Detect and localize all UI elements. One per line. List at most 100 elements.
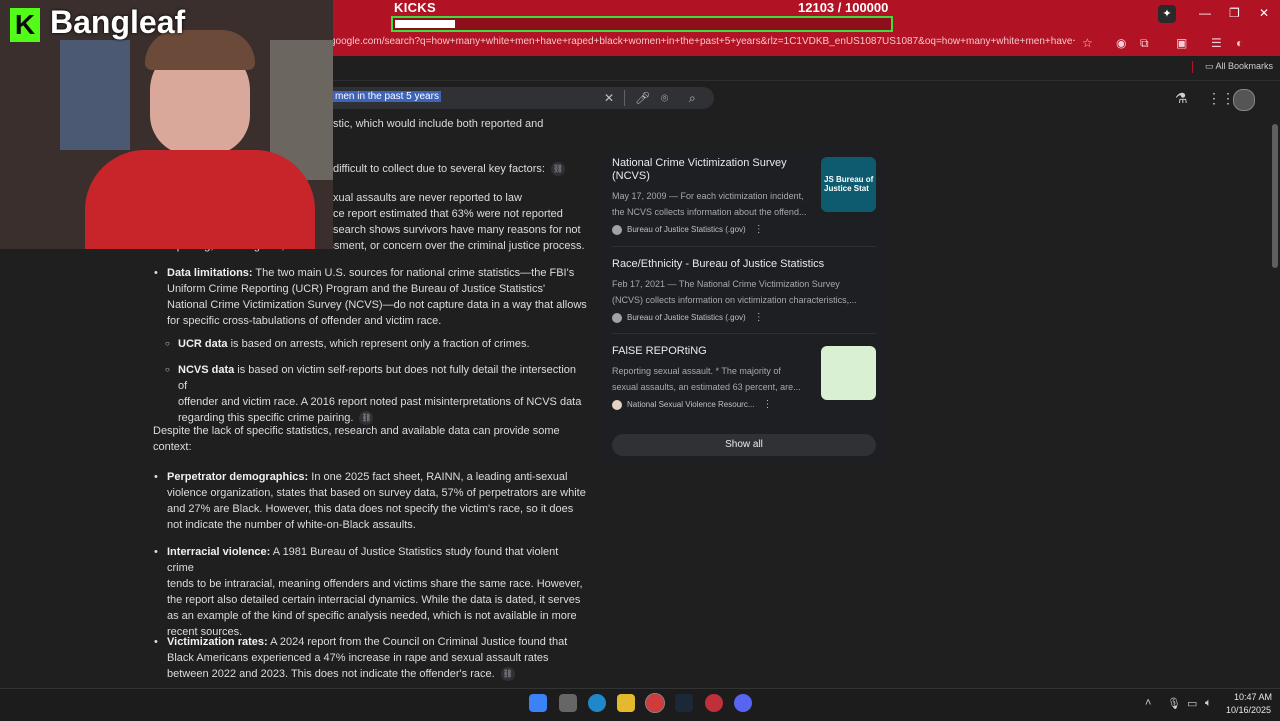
- kick-logo: K: [10, 8, 40, 42]
- list-item-text: A 2024 report from the Council on Crimin…: [267, 636, 568, 648]
- extensions-puzzle-icon[interactable]: ⧉: [1140, 36, 1149, 51]
- source-snippet: Feb 17, 2021 — The National Crime Victim…: [612, 279, 840, 289]
- read-aloud-icon[interactable]: ◉: [1116, 36, 1126, 50]
- clock-time[interactable]: 10:47 AM: [1234, 692, 1272, 702]
- source-title[interactable]: FAlSE REPORtiNG: [612, 345, 812, 358]
- list-item: Data limitations: The two main U.S. sour…: [154, 265, 587, 329]
- clear-search-icon[interactable]: ✕: [604, 91, 614, 105]
- source-thumbnail[interactable]: JS Bureau of Justice Stat: [821, 157, 876, 212]
- more-options-icon[interactable]: ⋮: [754, 312, 764, 323]
- list-item: UCR data is based on arrests, which repr…: [165, 336, 530, 352]
- lens-search-icon[interactable]: ⌾: [661, 91, 668, 106]
- source-title[interactable]: Race/Ethnicity - Bureau of Justice Stati…: [612, 258, 876, 271]
- clock-date[interactable]: 10/16/2025: [1226, 705, 1271, 715]
- kicks-progress-bar: [391, 16, 893, 32]
- profile-icon[interactable]: ◐: [1236, 36, 1243, 50]
- ai-overview-text: search shows survivors have many reasons…: [333, 224, 581, 236]
- list-item-text: between 2022 and 2023. This does not ind…: [167, 668, 495, 680]
- tray-overflow-icon[interactable]: ˄: [1145, 697, 1151, 709]
- streamer-shirt: [85, 150, 315, 249]
- list-item-text: not indicate the number of white-on-Blac…: [167, 519, 416, 531]
- show-all-button[interactable]: Show all: [612, 434, 876, 456]
- list-item-text: tends to be intraracial, meaning offende…: [167, 578, 583, 590]
- windows-start-icon[interactable]: [529, 694, 547, 712]
- ai-overview-text: context:: [153, 441, 192, 453]
- steam-icon[interactable]: [675, 694, 693, 712]
- list-item-label: UCR data: [178, 338, 228, 350]
- source-site: National Sexual Violence Resourc... ⋮: [612, 399, 812, 410]
- more-options-icon[interactable]: ⋮: [762, 399, 772, 410]
- list-item-text: violence organization, states that based…: [167, 487, 586, 499]
- source-snippet: May 17, 2009 — For each victimization in…: [612, 191, 804, 201]
- maximize-icon[interactable]: ❐: [1229, 6, 1240, 20]
- kicks-goal-count: 12103 / 100000: [798, 0, 889, 15]
- close-window-icon[interactable]: ✕: [1259, 6, 1269, 20]
- account-avatar[interactable]: [1233, 89, 1255, 111]
- list-item-label: Data limitations:: [167, 267, 253, 279]
- list-item-text: is based on victim self-reports but does…: [178, 364, 577, 392]
- flag-backdrop: [60, 40, 130, 150]
- list-item-label: Perpetrator demographics:: [167, 471, 309, 483]
- source-site: Bureau of Justice Statistics (.gov) ⋮: [612, 224, 812, 235]
- edge-browser-icon[interactable]: [588, 694, 606, 712]
- ai-overview-text: stic, which would include both reported …: [333, 118, 544, 130]
- task-view-icon[interactable]: [559, 694, 577, 712]
- bookmarks-divider: [1192, 61, 1193, 73]
- site-favicon: [612, 399, 622, 410]
- source-site-name: Bureau of Justice Statistics (.gov): [627, 225, 746, 234]
- list-item-text: is based on arrests, which represent onl…: [227, 338, 530, 350]
- network-icon[interactable]: ▭: [1187, 697, 1197, 710]
- discord-icon[interactable]: [734, 694, 752, 712]
- bookmark-star-icon[interactable]: ☆: [1082, 36, 1093, 50]
- list-item: NCVS data is based on victim self-report…: [165, 362, 588, 426]
- search-icon[interactable]: ⌕: [689, 91, 696, 106]
- list-item-text: Uniform Crime Reporting (UCR) Program an…: [167, 283, 546, 295]
- link-icon[interactable]: ⛓: [500, 667, 515, 682]
- divider: [612, 333, 876, 334]
- source-snippet: (NCVS) collects information on victimiza…: [612, 295, 857, 305]
- ai-overview-text: xual assaults are never reported to law: [333, 192, 522, 204]
- file-explorer-icon[interactable]: [617, 694, 635, 712]
- more-options-icon[interactable]: ⋮: [754, 224, 764, 235]
- kicks-goal-title: KICKS: [394, 0, 436, 15]
- minimize-icon[interactable]: —: [1199, 6, 1211, 20]
- source-site-name: National Sexual Violence Resourc...: [627, 400, 755, 409]
- split-screen-icon[interactable]: ▣: [1176, 36, 1187, 50]
- link-icon[interactable]: ⛓: [550, 162, 565, 177]
- source-site: Bureau of Justice Statistics (.gov) ⋮: [612, 312, 876, 323]
- source-card[interactable]: Race/Ethnicity - Bureau of Justice Stati…: [612, 258, 876, 323]
- url-field[interactable]: google.com/search?q=how+many+white+men+h…: [330, 36, 1075, 47]
- channel-name: Bangleaf: [50, 4, 186, 40]
- source-snippet: Reporting sexual assault. * The majority…: [612, 366, 781, 376]
- ai-overview-text: Despite the lack of specific statistics,…: [153, 423, 560, 455]
- taskbar: [0, 688, 1280, 721]
- list-item-text: offender and victim race. A 2016 report …: [178, 396, 582, 408]
- kicks-progress-fill: [395, 20, 455, 28]
- list-item-label: Victimization rates:: [167, 636, 268, 648]
- favorites-icon[interactable]: ☰: [1211, 36, 1222, 50]
- list-item-text: and 27% are Black. However, this data do…: [167, 503, 574, 515]
- volume-icon[interactable]: 🔈︎: [1205, 697, 1212, 710]
- source-thumbnail[interactable]: [821, 346, 876, 400]
- extension-icon[interactable]: ✦: [1158, 5, 1176, 23]
- source-card[interactable]: FAlSE REPORtiNG Reporting sexual assault…: [612, 345, 812, 410]
- scrollbar-thumb[interactable]: [1272, 124, 1278, 268]
- webcam-overlay: K Bangleaf: [0, 0, 333, 249]
- source-card[interactable]: National Crime Victimization Survey (NCV…: [612, 157, 812, 235]
- microphone-icon[interactable]: 🎙︎: [1167, 697, 1181, 710]
- all-bookmarks-label: All Bookmarks: [1215, 61, 1274, 71]
- list-item: Interracial violence: A 1981 Bureau of J…: [154, 544, 587, 640]
- search-query-text[interactable]: men in the past 5 years: [333, 91, 441, 102]
- search-divider: [624, 90, 625, 106]
- chrome-browser-icon[interactable]: [645, 693, 665, 713]
- source-title[interactable]: National Crime Victimization Survey (NCV…: [612, 157, 812, 183]
- list-item-text: National Crime Victimization Survey (NCV…: [167, 299, 587, 311]
- source-snippet: sexual assaults, an estimated 63 percent…: [612, 382, 801, 392]
- voice-search-icon[interactable]: 🎤︎: [635, 91, 650, 105]
- all-bookmarks-button[interactable]: ▭ All Bookmarks: [1205, 61, 1273, 72]
- source-site-name: Bureau of Justice Statistics (.gov): [627, 313, 746, 322]
- site-favicon: [612, 312, 622, 323]
- labs-flask-icon[interactable]: ⚗: [1175, 90, 1188, 107]
- list-item-text: as an example of the kind of specific an…: [167, 610, 577, 622]
- obs-icon[interactable]: [705, 694, 723, 712]
